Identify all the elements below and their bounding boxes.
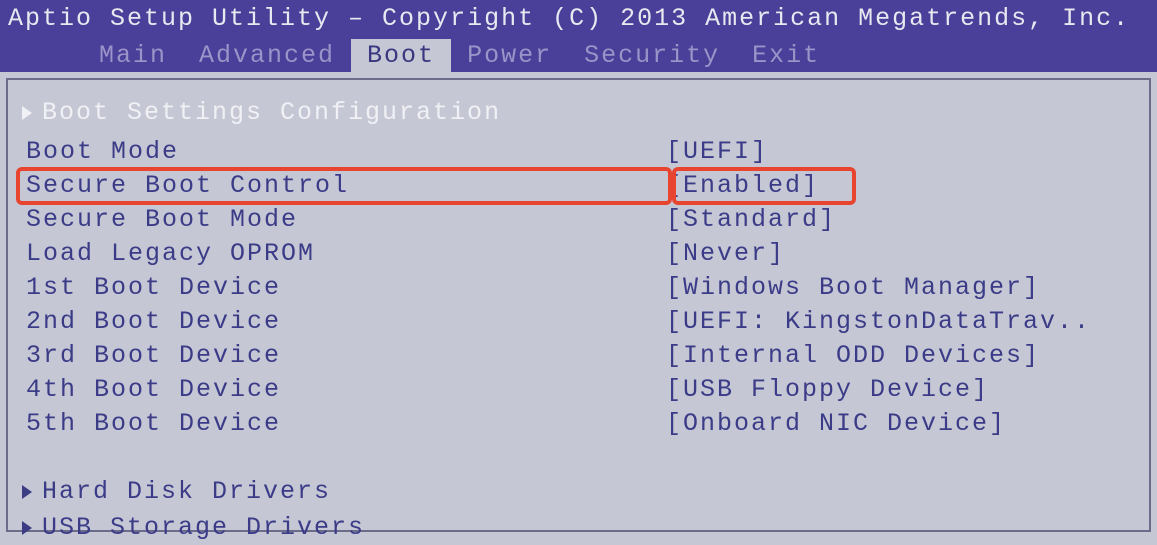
setting-label: 1st Boot Device — [26, 271, 666, 305]
setting-secure-boot-mode[interactable]: Secure Boot Mode [Standard] — [22, 203, 1135, 237]
bios-header: Aptio Setup Utility – Copyright (C) 2013… — [0, 0, 1157, 72]
setting-value: [Standard] — [666, 203, 1135, 237]
tab-boot[interactable]: Boot — [351, 39, 451, 72]
setting-value: [UEFI] — [666, 135, 1135, 169]
setting-2nd-boot-device[interactable]: 2nd Boot Device [UEFI: KingstonDataTrav.… — [22, 305, 1135, 339]
setting-value: [UEFI: KingstonDataTrav.. — [666, 305, 1135, 339]
setting-label: Secure Boot Mode — [26, 203, 666, 237]
tab-exit[interactable]: Exit — [736, 39, 836, 72]
setting-label: 5th Boot Device — [26, 407, 666, 441]
setting-label: 4th Boot Device — [26, 373, 666, 407]
header-title: Aptio Setup Utility – Copyright (C) 2013… — [8, 4, 1149, 33]
setting-value: [USB Floppy Device] — [666, 373, 1135, 407]
setting-value: [Onboard NIC Device] — [666, 407, 1135, 441]
setting-value: [Never] — [666, 237, 1135, 271]
setting-4th-boot-device[interactable]: 4th Boot Device [USB Floppy Device] — [22, 373, 1135, 407]
submenu-label: USB Storage Drivers — [42, 511, 365, 545]
setting-label: Boot Mode — [26, 135, 666, 169]
tab-advanced[interactable]: Advanced — [183, 39, 351, 72]
setting-value: [Windows Boot Manager] — [666, 271, 1135, 305]
setting-1st-boot-device[interactable]: 1st Boot Device [Windows Boot Manager] — [22, 271, 1135, 305]
spacer — [22, 441, 1135, 473]
setting-load-legacy-oprom[interactable]: Load Legacy OPROM [Never] — [22, 237, 1135, 271]
tab-bar: Main Advanced Boot Power Security Exit — [8, 39, 1149, 72]
tab-power[interactable]: Power — [451, 39, 568, 72]
submenu-hard-disk-drivers[interactable]: Hard Disk Drivers — [22, 475, 1135, 509]
setting-secure-boot-control[interactable]: Secure Boot Control [Enabled] — [22, 169, 1135, 203]
submenu-label: Hard Disk Drivers — [42, 475, 331, 509]
setting-value: [Enabled] — [666, 169, 1135, 203]
tab-security[interactable]: Security — [568, 39, 736, 72]
content-panel: Boot Settings Configuration Boot Mode [U… — [6, 78, 1151, 532]
chevron-right-icon — [22, 106, 32, 120]
tab-main[interactable]: Main — [83, 39, 183, 72]
setting-3rd-boot-device[interactable]: 3rd Boot Device [Internal ODD Devices] — [22, 339, 1135, 373]
chevron-right-icon — [22, 521, 32, 535]
setting-value: [Internal ODD Devices] — [666, 339, 1135, 373]
section-title: Boot Settings Configuration — [22, 98, 1135, 127]
setting-label: 2nd Boot Device — [26, 305, 666, 339]
submenu-usb-storage-drivers[interactable]: USB Storage Drivers — [22, 511, 1135, 545]
chevron-right-icon — [22, 485, 32, 499]
setting-5th-boot-device[interactable]: 5th Boot Device [Onboard NIC Device] — [22, 407, 1135, 441]
section-title-text: Boot Settings Configuration — [42, 98, 501, 127]
setting-label: Load Legacy OPROM — [26, 237, 666, 271]
setting-boot-mode[interactable]: Boot Mode [UEFI] — [22, 135, 1135, 169]
setting-label: Secure Boot Control — [26, 169, 666, 203]
setting-label: 3rd Boot Device — [26, 339, 666, 373]
